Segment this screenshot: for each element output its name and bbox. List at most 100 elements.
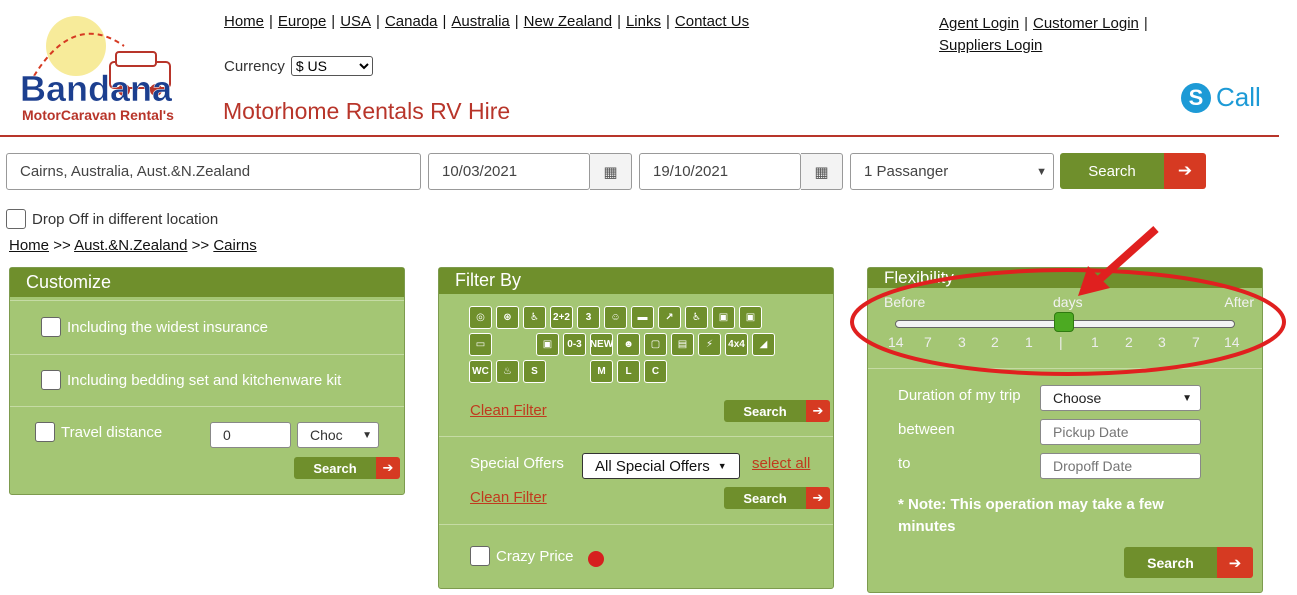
- distance-input[interactable]: 0: [210, 422, 291, 448]
- power-icon[interactable]: ⚡: [698, 333, 721, 356]
- wc-icon[interactable]: WC: [469, 360, 492, 383]
- slider-tick: 2: [991, 334, 999, 350]
- solar-icon[interactable]: ▤: [671, 333, 694, 356]
- 2-2-seat-icon[interactable]: 2+2: [550, 306, 573, 329]
- dropoff-calendar-icon[interactable]: ▦: [801, 153, 843, 190]
- filter-search-label: Search: [724, 400, 806, 422]
- special-offers-select[interactable]: All Special Offers ▼: [582, 453, 740, 479]
- pickup-calendar-icon[interactable]: ▦: [590, 153, 632, 190]
- between-label: between: [898, 421, 955, 438]
- currency-label: Currency: [224, 57, 285, 75]
- rv-c-icon[interactable]: C: [644, 360, 667, 383]
- nav-europe[interactable]: Europe: [278, 13, 326, 30]
- amenity-icon-grid: ◎ ⊛ ♿ 2+2 3 ☺ ▬ ↗ ♿ ▣ ▣ ▭ ▣ 0-3 NEW ☻ ▢ ▤ ⚡ 4x4 ◢ WC ♨ S M L C: [469, 306, 789, 383]
- tv-icon[interactable]: ▢: [644, 333, 667, 356]
- customize-title: Customize: [10, 268, 404, 297]
- select-all-link[interactable]: select all: [752, 455, 810, 472]
- bomb-icon: [587, 551, 604, 567]
- location-input[interactable]: Cairns, Australia, Aust.&N.Zealand: [6, 153, 421, 190]
- customize-search-button[interactable]: Search ➔: [294, 457, 400, 479]
- dropoff-different-checkbox[interactable]: [6, 209, 26, 229]
- awning-icon[interactable]: ↗: [658, 306, 681, 329]
- crazy-price-option[interactable]: Crazy Price: [470, 545, 604, 567]
- shower-icon[interactable]: ♨: [496, 360, 519, 383]
- 4x4-icon[interactable]: 4x4: [725, 333, 748, 356]
- nav-new-zealand[interactable]: New Zealand: [524, 13, 612, 30]
- special-offers-value: All Special Offers: [595, 457, 710, 475]
- currency-select[interactable]: $ US: [290, 56, 373, 76]
- distance-label: Travel distance: [61, 423, 163, 441]
- suppliers-login-link[interactable]: Suppliers Login: [939, 37, 1042, 54]
- breadcrumb-city[interactable]: Cairns: [213, 237, 256, 254]
- insurance-option[interactable]: Including the widest insurance: [41, 317, 268, 337]
- distance-unit-value: Choc: [310, 427, 343, 443]
- passenger-select[interactable]: 1 Passanger ▼: [850, 153, 1054, 190]
- nav-usa[interactable]: USA: [340, 13, 371, 30]
- pickup-date-input[interactable]: 10/03/2021: [428, 153, 590, 190]
- logo[interactable]: Bandana MotorCaravan Rental's: [14, 16, 186, 126]
- clean-filter-link-2[interactable]: Clean Filter: [470, 489, 547, 506]
- bedding-checkbox[interactable]: [41, 370, 61, 390]
- nav-australia[interactable]: Australia: [451, 13, 509, 30]
- nav-contact-us[interactable]: Contact Us: [675, 13, 749, 30]
- family-icon[interactable]: ☺: [604, 306, 627, 329]
- customer-login-link[interactable]: Customer Login: [1033, 15, 1139, 32]
- rv-3-icon[interactable]: ▭: [469, 333, 492, 356]
- bedding-label: Including bedding set and kitchenware ki…: [67, 371, 342, 389]
- rv-4-icon[interactable]: ▣: [536, 333, 559, 356]
- svg-text:Bandana: Bandana: [20, 68, 173, 109]
- breadcrumb-home[interactable]: Home: [9, 237, 49, 254]
- dropoff-date-filter-input[interactable]: [1040, 453, 1201, 479]
- crazy-price-checkbox[interactable]: [470, 546, 490, 566]
- skype-icon: S: [1181, 82, 1211, 113]
- main-search-button[interactable]: Search ➔: [1060, 153, 1206, 189]
- flexibility-search-label: Search: [1124, 547, 1217, 578]
- arrow-right-icon: ➔: [1217, 547, 1253, 578]
- skype-call-button[interactable]: S Call: [1181, 82, 1261, 113]
- distance-option[interactable]: Travel distance: [35, 422, 162, 442]
- rv-2-icon[interactable]: ▣: [739, 306, 762, 329]
- driver-icon[interactable]: ♿: [523, 306, 546, 329]
- special-offers-search-button[interactable]: Search ➔: [724, 487, 830, 509]
- gps-icon[interactable]: ◎: [469, 306, 492, 329]
- breadcrumb-region[interactable]: Aust.&N.Zealand: [74, 237, 187, 254]
- flexibility-search-button[interactable]: Search ➔: [1124, 547, 1253, 578]
- rv-1-icon[interactable]: ▣: [712, 306, 735, 329]
- dropoff-date-input[interactable]: 19/10/2021: [639, 153, 801, 190]
- pickup-date-filter-input[interactable]: [1040, 419, 1201, 445]
- chevron-down-icon: ▼: [362, 429, 372, 441]
- rv-m-icon[interactable]: M: [590, 360, 613, 383]
- after-label: After: [1224, 294, 1254, 310]
- before-label: Before: [884, 294, 926, 310]
- nav-home[interactable]: Home: [224, 13, 264, 30]
- caret-down-icon: ▼: [717, 461, 727, 471]
- group-icon[interactable]: ☻: [617, 333, 640, 356]
- rv-0-3-icon[interactable]: 0-3: [563, 333, 586, 356]
- flexibility-slider-handle[interactable]: [1054, 312, 1074, 332]
- slider-tick: |: [1059, 334, 1063, 350]
- dropoff-different-option[interactable]: Drop Off in different location: [6, 209, 218, 229]
- agent-login-link[interactable]: Agent Login: [939, 15, 1019, 32]
- duration-label: Duration of my trip: [898, 387, 1021, 404]
- rv-l-icon[interactable]: L: [617, 360, 640, 383]
- distance-checkbox[interactable]: [35, 422, 55, 442]
- page-title: Motorhome Rentals RV Hire: [223, 98, 511, 124]
- dropoff-different-label: Drop Off in different location: [32, 210, 219, 228]
- 3-seat-icon[interactable]: 3: [577, 306, 600, 329]
- steering-icon[interactable]: ⊛: [496, 306, 519, 329]
- duration-select[interactable]: Choose ▼: [1040, 385, 1201, 411]
- nav-links[interactable]: Links: [626, 13, 661, 30]
- special-offers-search-label: Search: [724, 487, 806, 509]
- filter-search-button[interactable]: Search ➔: [724, 400, 830, 422]
- wheelchair-icon[interactable]: ♿: [685, 306, 708, 329]
- clean-filter-link[interactable]: Clean Filter: [470, 402, 547, 419]
- rv-s-icon[interactable]: S: [523, 360, 546, 383]
- customize-search-label: Search: [294, 457, 376, 479]
- nav-canada[interactable]: Canada: [385, 13, 438, 30]
- insurance-checkbox[interactable]: [41, 317, 61, 337]
- distance-unit-select[interactable]: Choc ▼: [297, 422, 379, 448]
- new-icon[interactable]: NEW: [590, 333, 613, 356]
- bed-icon[interactable]: ▬: [631, 306, 654, 329]
- bedding-option[interactable]: Including bedding set and kitchenware ki…: [41, 370, 341, 390]
- trailer-icon[interactable]: ◢: [752, 333, 775, 356]
